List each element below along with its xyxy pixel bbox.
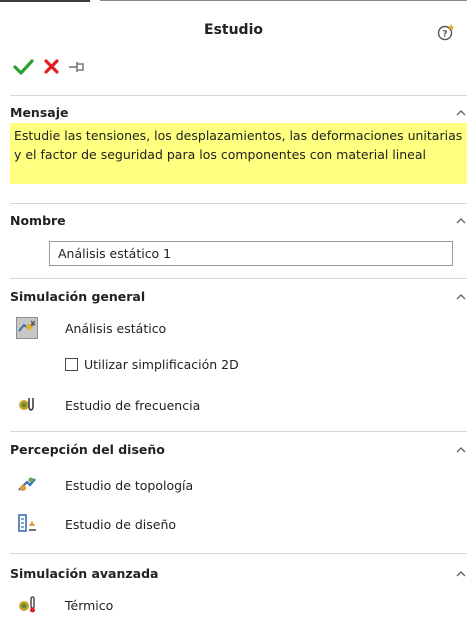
advanced-simulation-header: Simulación avanzada [10, 566, 159, 581]
cancel-x-icon[interactable] [40, 56, 64, 78]
svg-text:?: ? [442, 30, 447, 40]
static-analysis-label[interactable]: Análisis estático [65, 321, 166, 336]
chevron-up-icon[interactable] [456, 293, 466, 301]
chevron-up-icon[interactable] [456, 109, 466, 117]
panel-title: Estudio [204, 22, 263, 38]
frequency-glyph-icon [19, 398, 34, 411]
name-header: Nombre [10, 213, 66, 228]
chevron-up-icon[interactable] [456, 570, 466, 578]
static-analysis-glyph-icon [18, 320, 36, 332]
thermal-label[interactable]: Térmico [65, 598, 113, 613]
design-glyph-icon [18, 514, 36, 532]
design-study-label[interactable]: Estudio de diseño [65, 517, 176, 532]
section-divider [10, 431, 467, 432]
static-analysis-icon[interactable] [16, 317, 38, 339]
help-question-icon[interactable]: ? [436, 22, 456, 42]
topology-glyph-icon [18, 477, 36, 491]
2d-simplification-checkbox[interactable] [65, 358, 78, 371]
message-text: Estudie las tensiones, los desplazamient… [14, 128, 463, 162]
panel-title-bar: Estudio ? [0, 8, 467, 48]
thermal-study-icon[interactable] [16, 594, 38, 616]
thermal-glyph-icon [19, 596, 35, 613]
section-divider [10, 203, 467, 204]
section-divider [10, 95, 467, 96]
section-divider [10, 553, 467, 554]
chevron-up-icon[interactable] [456, 217, 466, 225]
message-header: Mensaje [10, 105, 69, 120]
study-name-input[interactable] [49, 241, 453, 266]
topology-study-icon[interactable] [16, 473, 38, 495]
design-insight-header: Percepción del diseño [10, 442, 165, 457]
chevron-up-icon[interactable] [456, 446, 466, 454]
section-divider [10, 278, 467, 279]
frequency-study-label[interactable]: Estudio de frecuencia [65, 398, 200, 413]
topology-study-label[interactable]: Estudio de topología [65, 478, 193, 493]
window-top-edge [0, 0, 467, 3]
2d-simplification-label[interactable]: Utilizar simplificación 2D [84, 357, 239, 372]
pushpin-icon[interactable] [64, 56, 88, 78]
frequency-study-icon[interactable] [16, 394, 38, 416]
general-simulation-header: Simulación general [10, 289, 146, 304]
tab-edge-left [0, 0, 90, 2]
design-study-icon[interactable] [16, 512, 38, 534]
tab-edge-right [100, 0, 467, 1]
ok-checkmark-icon[interactable] [12, 56, 36, 78]
